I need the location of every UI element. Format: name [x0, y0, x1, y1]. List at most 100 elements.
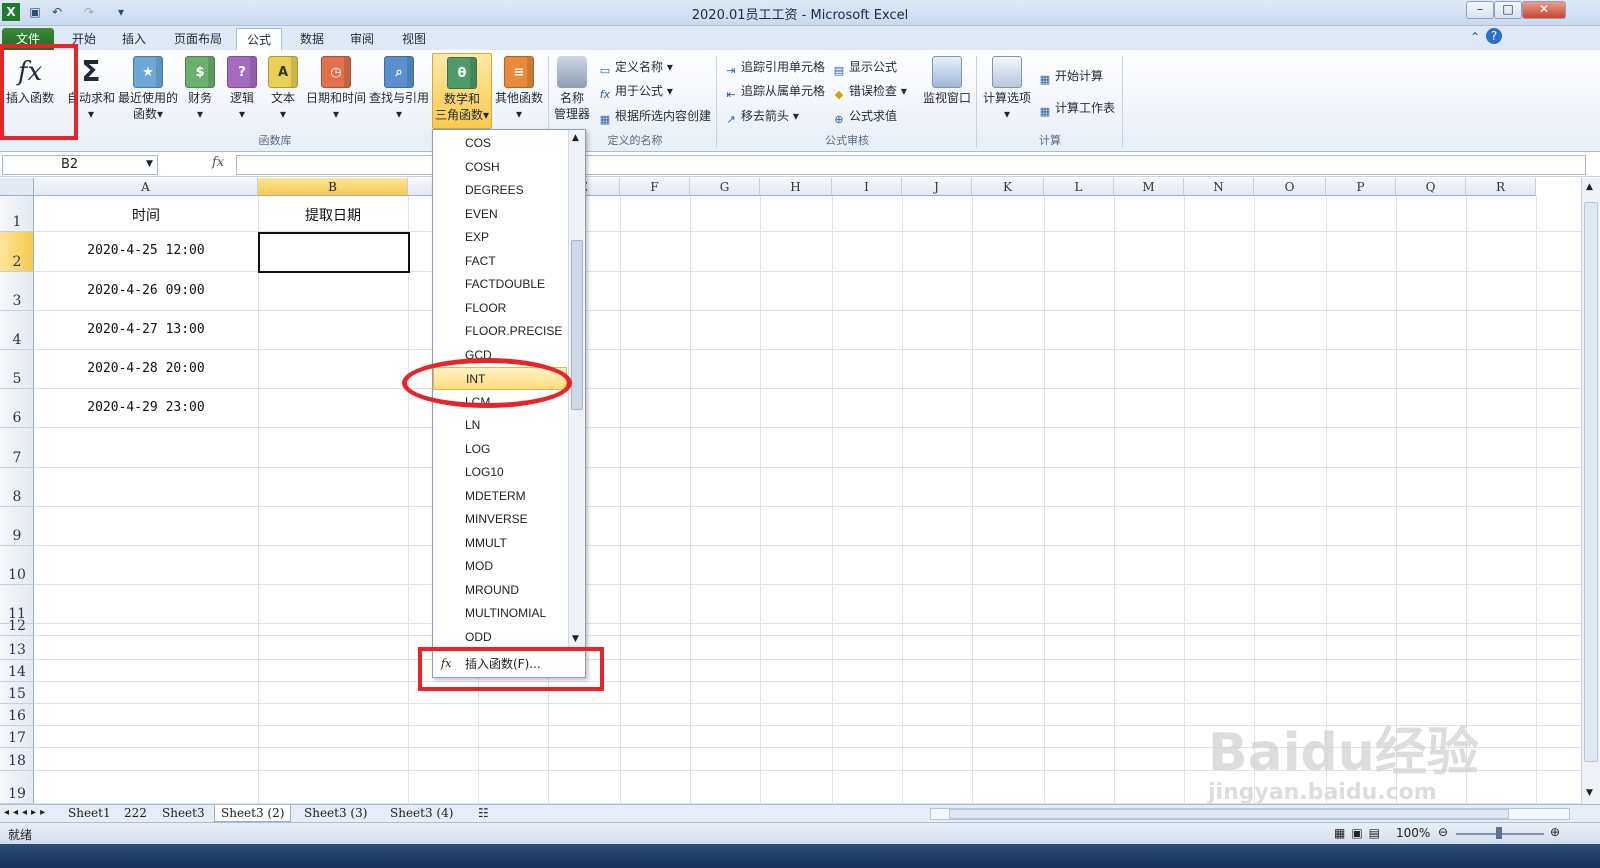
function-item-degrees[interactable]: DEGREES — [433, 179, 567, 202]
function-item-odd[interactable]: ODD — [433, 626, 567, 649]
dropdown-scrollbar[interactable]: ▲ ▼ — [568, 130, 585, 648]
calc-options-button[interactable]: 计算选项 ▾ — [982, 56, 1032, 122]
column-header-g[interactable]: G — [690, 178, 760, 196]
dropdown-scroll-down-icon[interactable]: ▼ — [572, 634, 579, 644]
row-header-6[interactable]: 6 — [0, 389, 34, 428]
cell-a6[interactable]: 2020-4-29 23:00 — [34, 400, 258, 415]
math-trig-button[interactable]: θ 数学和 三角函数▾ — [432, 53, 492, 129]
column-header-a[interactable]: A — [34, 178, 258, 196]
sheet-nav-arrows-icon[interactable]: ◂◂◂▸▸ — [4, 807, 49, 818]
row-header-10[interactable]: 10 — [0, 546, 34, 585]
cell-a2[interactable]: 2020-4-25 12:00 — [34, 243, 258, 258]
trace-precedents-button[interactable]: ⇥ 追踪引用单元格 — [724, 58, 825, 78]
function-item-cosh[interactable]: COSH — [433, 156, 567, 179]
function-item-even[interactable]: EVEN — [433, 203, 567, 226]
function-item-floor[interactable]: FLOOR — [433, 297, 567, 320]
tab-insert[interactable]: 插入 — [112, 28, 156, 50]
tab-view[interactable]: 视图 — [392, 28, 436, 50]
active-cell-b2[interactable] — [258, 232, 410, 273]
row-header-18[interactable]: 18 — [0, 748, 34, 771]
row-header-5[interactable]: 5 — [0, 350, 34, 389]
maximize-button[interactable]: □ — [1494, 1, 1522, 19]
row-header-2[interactable]: 2 — [0, 232, 34, 272]
function-item-cos[interactable]: COS — [433, 132, 567, 155]
text-button[interactable]: A 文本 ▾ — [266, 56, 300, 122]
zoom-in-icon[interactable]: ⊕ — [1550, 825, 1560, 839]
calculate-sheet-button[interactable]: ▦ 计算工作表 — [1038, 99, 1115, 119]
scroll-down-icon[interactable]: ▼ — [1586, 788, 1593, 798]
recently-used-button[interactable]: ★ 最近使用的 函数▾ — [118, 56, 178, 122]
function-item-log10[interactable]: LOG10 — [433, 461, 567, 484]
tab-page-layout[interactable]: 页面布局 — [164, 28, 232, 50]
dropdown-scroll-up-icon[interactable]: ▲ — [572, 133, 579, 143]
column-header-p[interactable]: P — [1326, 178, 1396, 196]
function-item-mround[interactable]: MROUND — [433, 579, 567, 602]
function-item-floor-precise[interactable]: FLOOR.PRECISE — [433, 320, 567, 343]
calculate-now-button[interactable]: ▦ 开始计算 — [1038, 67, 1103, 87]
row-header-8[interactable]: 8 — [0, 468, 34, 507]
column-header-o[interactable]: O — [1254, 178, 1326, 196]
minimize-button[interactable]: – — [1466, 1, 1494, 19]
function-item-multinomial[interactable]: MULTINOMIAL — [433, 602, 567, 625]
cell-b1[interactable]: 提取日期 — [258, 205, 408, 225]
row-header-17[interactable]: 17 — [0, 726, 34, 748]
name-manager-button[interactable]: 名称 管理器 — [552, 56, 592, 122]
cell-a5[interactable]: 2020-4-28 20:00 — [34, 361, 258, 376]
function-item-mdeterm[interactable]: MDETERM — [433, 485, 567, 508]
column-header-f[interactable]: F — [620, 178, 690, 196]
function-item-fact[interactable]: FACT — [433, 250, 567, 273]
row-header-9[interactable]: 9 — [0, 507, 34, 546]
dropdown-scroll-thumb[interactable] — [571, 240, 583, 410]
logical-button[interactable]: ? 逻辑 ▾ — [224, 56, 260, 122]
column-header-b[interactable]: B — [258, 178, 408, 196]
evaluate-formula-button[interactable]: ⊕ 公式求值 — [832, 107, 897, 127]
row-header-15[interactable]: 15 — [0, 682, 34, 704]
vertical-scroll-thumb[interactable] — [1584, 202, 1598, 762]
row-header-19[interactable]: 19 — [0, 771, 34, 804]
function-item-mmult[interactable]: MMULT — [433, 532, 567, 555]
trace-dependents-button[interactable]: ⇤ 追踪从属单元格 — [724, 82, 825, 102]
function-item-factdouble[interactable]: FACTDOUBLE — [433, 273, 567, 296]
new-sheet-icon[interactable]: ☷ — [478, 806, 489, 820]
row-header-16[interactable]: 16 — [0, 704, 34, 726]
horizontal-scrollbar[interactable] — [930, 808, 1570, 820]
vertical-scrollbar[interactable]: ▲ ▼ — [1581, 178, 1600, 804]
error-checking-button[interactable]: ◆ 错误检查 ▾ — [832, 82, 907, 102]
function-item-log[interactable]: LOG — [433, 438, 567, 461]
watch-window-button[interactable]: 监视窗口 — [920, 56, 974, 106]
sheet-tab[interactable]: Sheet3 (2) — [214, 805, 292, 822]
sheet-tab[interactable]: Sheet3 (3) — [298, 805, 373, 822]
tab-formulas[interactable]: 公式 — [236, 28, 283, 50]
column-header-h[interactable]: H — [760, 178, 832, 196]
scroll-up-icon[interactable]: ▲ — [1586, 182, 1593, 192]
cell-a3[interactable]: 2020-4-26 09:00 — [34, 283, 258, 298]
zoom-out-icon[interactable]: ⊖ — [1438, 825, 1448, 839]
help-icon[interactable]: ? — [1486, 28, 1502, 44]
fx-button[interactable]: fx — [212, 155, 224, 170]
row-header-12[interactable]: 12 — [0, 618, 34, 636]
zoom-level[interactable]: 100% — [1396, 826, 1430, 840]
row-header-14[interactable]: 14 — [0, 660, 34, 682]
cell-a4[interactable]: 2020-4-27 13:00 — [34, 322, 258, 337]
row-header-7[interactable]: 7 — [0, 428, 34, 468]
sheet-tab[interactable]: Sheet3 (4) — [384, 805, 459, 822]
name-box[interactable]: B2 — [2, 155, 158, 175]
use-in-formula-button[interactable]: fx 用于公式 ▾ — [598, 82, 673, 102]
zoom-slider-thumb[interactable] — [1496, 827, 1502, 839]
create-from-selection-button[interactable]: ▦ 根据所选内容创建 — [598, 107, 711, 127]
sheet-tab[interactable]: Sheet1 — [62, 805, 117, 822]
horizontal-scroll-thumb[interactable] — [949, 809, 1509, 819]
datetime-button[interactable]: ◷ 日期和时间 ▾ — [304, 56, 368, 122]
lookup-button[interactable]: ⌕ 查找与引用 ▾ — [368, 56, 430, 122]
row-header-1[interactable]: 1 — [0, 196, 34, 232]
column-header-m[interactable]: M — [1114, 178, 1184, 196]
column-header-k[interactable]: K — [972, 178, 1044, 196]
function-item-mod[interactable]: MOD — [433, 555, 567, 578]
tab-data[interactable]: 数据 — [290, 28, 334, 50]
column-header-l[interactable]: L — [1044, 178, 1114, 196]
select-all-corner[interactable] — [0, 178, 34, 196]
view-buttons-icon[interactable]: ▦▣▤ — [1334, 826, 1386, 840]
sheet-tab[interactable]: Sheet3 — [156, 805, 211, 822]
row-header-3[interactable]: 3 — [0, 272, 34, 311]
name-box-dropdown-icon[interactable]: ▼ — [146, 159, 153, 169]
